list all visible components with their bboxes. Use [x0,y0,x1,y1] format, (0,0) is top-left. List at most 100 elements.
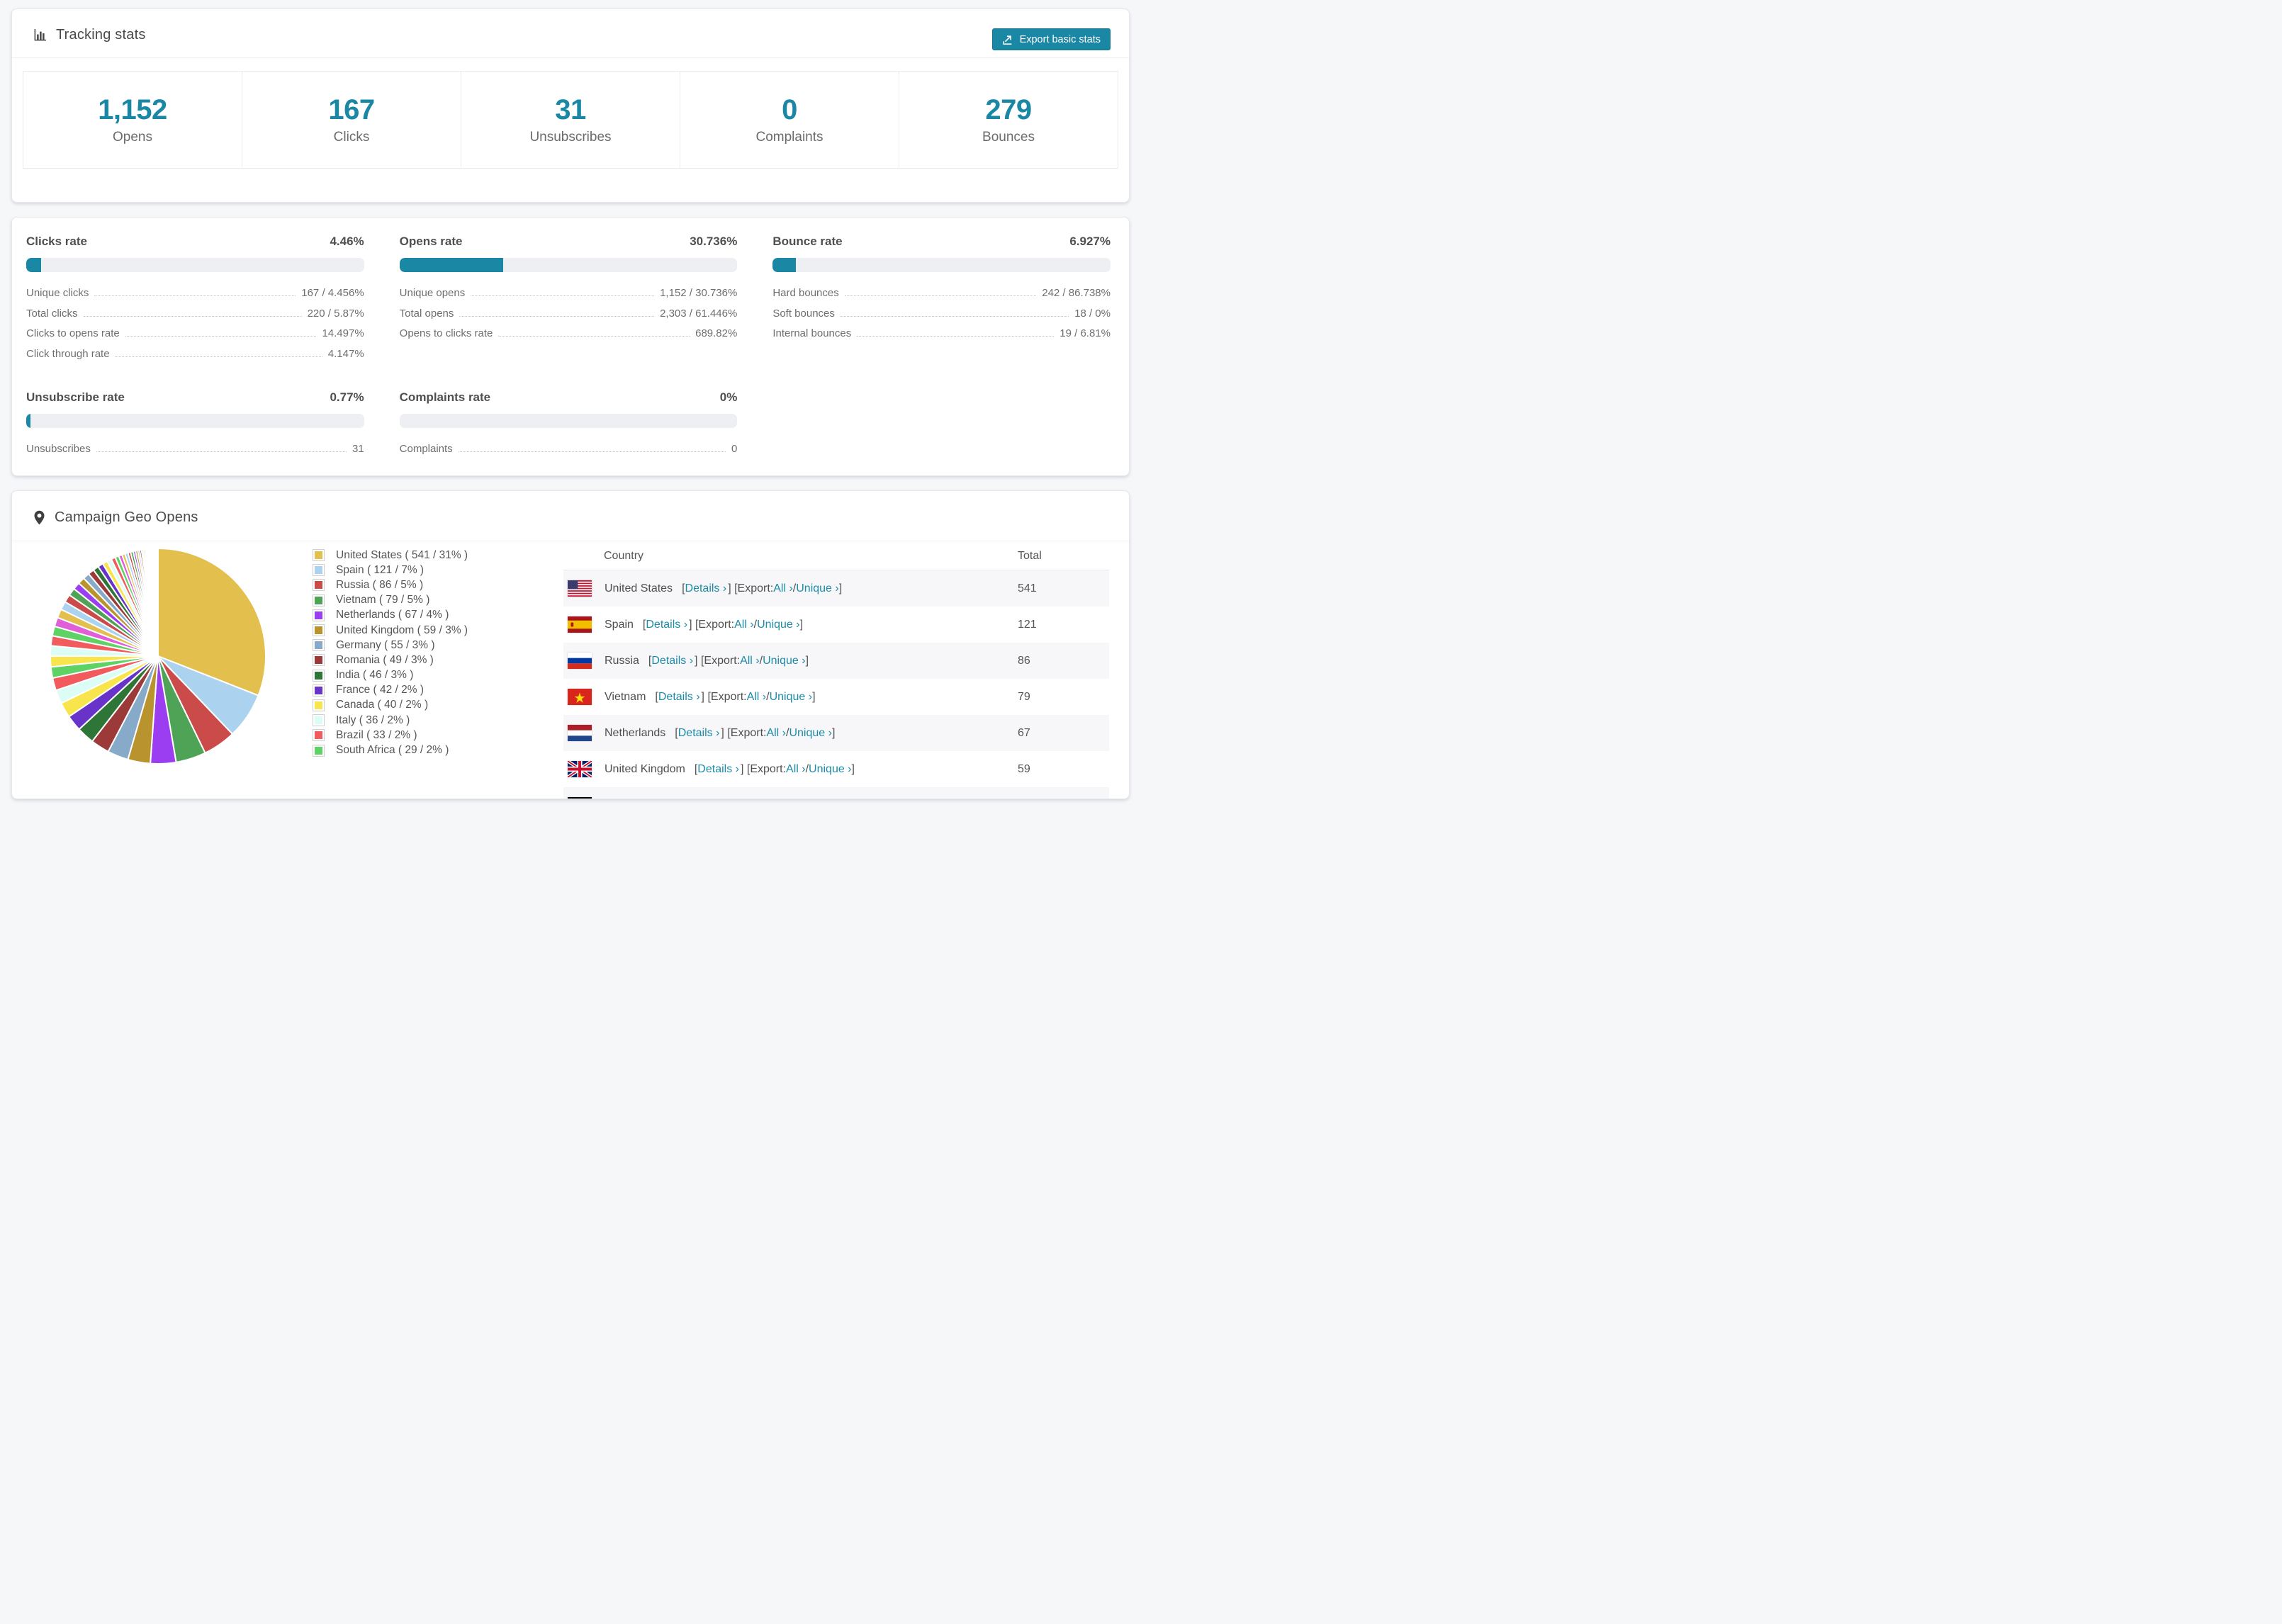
nl-flag-icon [568,725,592,741]
rate-detail-row: Opens to clicks rate 689.82% [400,327,738,348]
export-label: Export: [716,799,752,800]
dotted-leader [96,451,347,452]
legend-swatch [313,564,325,577]
details-link[interactable]: Details › [663,799,705,800]
export-label: Export: [704,654,741,667]
rate-detail-label: Unsubscribes [26,443,91,455]
rate-detail-value: 167 / 4.456% [301,287,364,299]
details-link[interactable]: Details › [651,655,693,667]
stat-value: 167 [328,94,375,125]
pie-slice [157,547,159,657]
gb-flag-icon [568,761,592,777]
unsubscribe-rate-progressbar [26,414,364,428]
country-name: United States [605,582,673,594]
rate-detail-row: Internal bounces 19 / 6.81% [772,327,1111,348]
export-unique-link[interactable]: Unique › [775,799,817,800]
bracket: ] [805,654,809,667]
country-cell: Germany [Details ›] [ Export: All › / Uni… [563,787,1017,799]
rate-detail-value: 0 [731,443,738,455]
export-unique-link[interactable]: Unique › [757,619,799,631]
export-all-link[interactable]: All › [734,619,754,631]
progressbar-fill [26,258,42,272]
country-name: United Kingdom [605,762,685,775]
us-flag-icon [568,580,592,597]
geo-pie-chart [45,543,279,799]
rates-grid: Clicks rate 4.46% Unique clicks 167 / 4.456… [12,218,1129,463]
export-basic-stats-button[interactable]: Export basic stats [991,28,1111,50]
country-row-content: Vietnam[Details ›] [ Export: All › / Uni… [564,680,1016,714]
details-link[interactable]: Details › [685,582,727,595]
stat-card-bounces: 279 Bounces [899,72,1118,168]
bracket: ] [ [707,799,716,800]
stat-label: Unsubscribes [529,130,612,145]
vn-flag-icon [568,689,592,705]
stat-value: 31 [555,94,586,125]
geo-header: Campaign Geo Opens [12,491,1129,541]
legend-item: Romania ( 49 / 3% ) [313,653,546,667]
table-row: United States[Details ›] [ Export: All ›… [563,570,1109,607]
details-link[interactable]: Details › [678,727,720,740]
dotted-leader [471,295,655,296]
export-unique-link[interactable]: Unique › [789,727,831,740]
legend-label: United States ( 541 / 31% ) [336,548,468,561]
dotted-leader [125,336,317,337]
unsubscribe-rate-panel: Unsubscribe rate 0.77% Unsubscribes 31 [26,390,364,463]
tracking-stats-header: Tracking stats Export basic stats [12,9,1129,58]
rate-title-row: Bounce rate 6.927% [772,235,1111,249]
bracket: ] [812,690,816,703]
stat-card-unsubscribes: 31 Unsubscribes [461,72,680,168]
stat-label: Opens [113,130,152,145]
rate-detail-label: Soft bounces [772,307,835,320]
rate-title-row: Unsubscribe rate 0.77% [26,390,364,405]
export-all-link[interactable]: All › [747,691,767,704]
dotted-leader [83,315,302,317]
country-name: Netherlands [605,726,666,739]
export-unique-link[interactable]: Unique › [796,582,838,595]
legend-swatch [313,669,325,682]
legend-label: Germany ( 55 / 3% ) [336,638,435,651]
legend-swatch [313,579,325,592]
export-all-link[interactable]: All › [773,582,793,595]
rate-detail-row: Clicks to opens rate 14.497% [26,327,364,348]
rate-detail-value: 689.82% [695,327,738,339]
export-all-link[interactable]: All › [740,655,760,667]
details-link[interactable]: Details › [658,691,700,704]
export-icon [1002,34,1013,45]
geo-opens-table: Country Total United States[Details ›] [… [563,543,1109,799]
stat-card-clicks: 167 Clicks [242,72,461,168]
rate-detail-row: Soft bounces 18 / 0% [772,308,1111,328]
stats-summary-row: 1,152 Opens 167 Clicks 31 Unsubscribes 0 Compla… [23,71,1118,169]
bracket: ] [799,618,804,631]
export-unique-link[interactable]: Unique › [770,691,812,704]
geo-section-title: Campaign Geo Opens [55,509,198,525]
total-cell: 86 [1018,654,1030,667]
export-label: Export: [750,762,787,775]
export-unique-link[interactable]: Unique › [809,763,851,776]
export-all-link[interactable]: All › [766,727,786,740]
legend-swatch [313,729,325,742]
stat-label: Clicks [333,130,370,145]
export-unique-link[interactable]: Unique › [763,655,805,667]
details-link[interactable]: Details › [646,619,687,631]
export-all-link[interactable]: All › [786,763,806,776]
rate-detail-label: Total opens [399,307,454,320]
bar-chart-icon [33,28,47,42]
legend-label: France ( 42 / 2% ) [336,684,425,697]
stat-card-complaints: 0 Complaints [680,72,899,168]
country-row-content: Netherlands[Details ›] [ Export: All › /… [564,716,1016,750]
export-all-link[interactable]: All › [752,799,772,800]
stat-value: 279 [985,94,1032,125]
bounce-rate-progressbar [772,258,1111,272]
bracket: ] [ [728,582,738,594]
details-link[interactable]: Details › [697,763,739,776]
rate-detail-row: Total clicks 220 / 5.87% [26,308,364,328]
bounce-rate-panel: Bounce rate 6.927% Hard bounces 242 / 86.73… [772,235,1111,368]
pie-legend: United States ( 541 / 31% ) Spain ( 121 /… [313,548,546,799]
complaints-rate-progressbar [399,414,738,428]
legend-swatch [313,609,325,621]
bracket: ] [ [695,654,704,667]
rate-detail-label: Clicks to opens rate [26,327,120,339]
legend-label: Russia ( 86 / 5% ) [336,578,424,591]
table-row: Vietnam[Details ›] [ Export: All › / Uni… [563,679,1109,715]
legend-item: Spain ( 121 / 7% ) [313,563,546,577]
